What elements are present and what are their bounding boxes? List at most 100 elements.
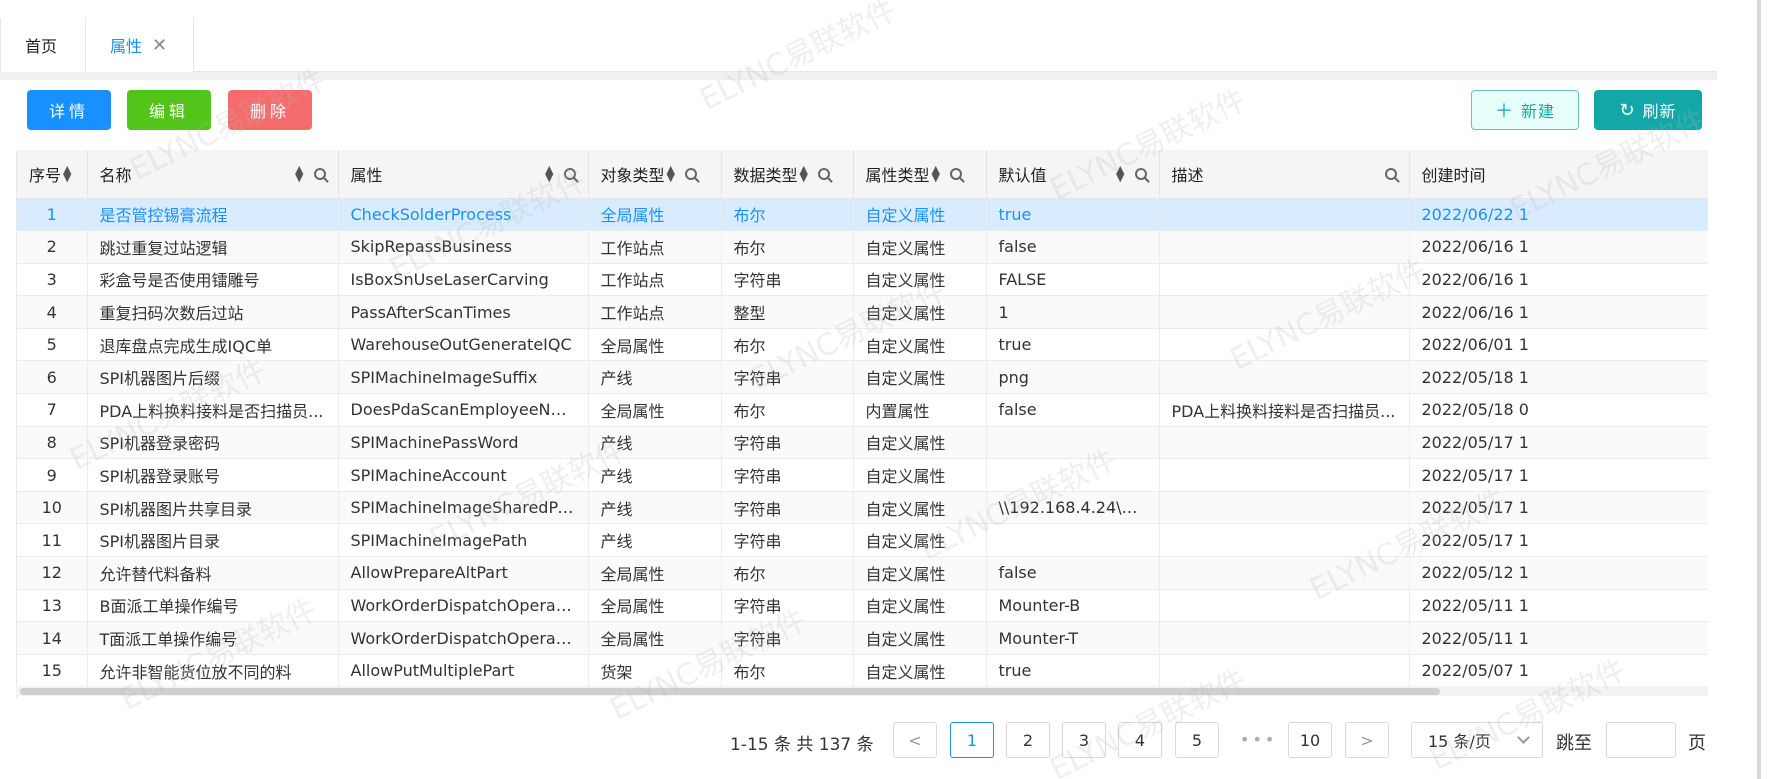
table-cell: 9: [17, 458, 88, 492]
table-row[interactable]: 6 SPI机器图片后缀 SPIMachineImageSuffix 产线 字符串 自定义属…: [17, 360, 1708, 395]
table-cell: [986, 458, 1160, 492]
search-icon[interactable]: [1134, 167, 1147, 180]
table-cell: 自定义属性: [853, 621, 987, 655]
column-header[interactable]: 序号 ▲ ▼: [17, 150, 88, 199]
column-header[interactable]: 描述: [1159, 150, 1410, 199]
table-cell: [1159, 654, 1410, 688]
table-cell: 布尔: [721, 556, 854, 590]
table-cell: 自定义属性: [853, 654, 987, 688]
vertical-scrollbar[interactable]: [1757, 0, 1761, 779]
search-icon[interactable]: [817, 167, 830, 180]
table-row[interactable]: 12 允许替代料备料 AllowPrepareAltPart 全局属性 布尔 自定义属性 f…: [17, 556, 1708, 590]
sort-icon[interactable]: ▲ ▼: [800, 164, 808, 183]
table-cell: false: [986, 393, 1160, 427]
new-button[interactable]: ＋ 新建: [1471, 90, 1579, 130]
table-row[interactable]: 3 彩盒号是否使用镭雕号 IsBoxSnUseLaserCarving 工作站点 字符串…: [17, 263, 1708, 297]
search-icon[interactable]: [684, 167, 697, 180]
column-header-label: 序号: [29, 165, 62, 185]
table-cell: 2022/05/17 1: [1409, 458, 1708, 492]
table-cell: 2022/06/22 1: [1409, 198, 1708, 232]
table-cell: FALSE: [986, 263, 1160, 297]
table-cell: B面派工单操作编号: [87, 589, 339, 623]
page-5-button[interactable]: 5: [1175, 722, 1219, 758]
sort-icon[interactable]: ▲ ▼: [1116, 164, 1124, 183]
table-row[interactable]: 15 允许非智能货位放不同的料 AllowPutMultiplePart 货架 布尔 自定…: [17, 654, 1708, 688]
column-header-label: 数据类型: [733, 165, 798, 185]
page-4-button[interactable]: 4: [1118, 722, 1162, 758]
column-header[interactable]: 默认值 ▲ ▼: [986, 150, 1160, 199]
delete-button[interactable]: 删除: [228, 90, 312, 130]
table-cell: 6: [17, 360, 88, 395]
page-size-value: 15 条/页: [1428, 732, 1491, 751]
table-cell: 自定义属性: [853, 556, 987, 590]
page-size-select[interactable]: 15 条/页: [1411, 722, 1543, 758]
edit-button[interactable]: 编辑: [127, 90, 211, 130]
table-cell: 2022/05/11 1: [1409, 621, 1708, 655]
table-row[interactable]: 9 SPI机器登录账号 SPIMachineAccount 产线 字符串 自定义属性 202…: [17, 458, 1708, 492]
attribute-table: 序号 ▲ ▼ 名称 ▲ ▼ 属性 ▲ ▼ 对象类型 ▲ ▼ 数据类型 ▲ ▼ 属性类型 ▲ ▼ 默认值 ▲ ▼ 描述 创建时…: [16, 150, 1708, 698]
sort-icon[interactable]: ▲ ▼: [667, 164, 675, 183]
table-cell: 11: [17, 523, 88, 558]
table-cell: T面派工单操作编号: [87, 621, 339, 655]
table-row[interactable]: 8 SPI机器登录密码 SPIMachinePassWord 产线 字符串 自定义属性 20…: [17, 426, 1708, 460]
table-cell: 全局属性: [588, 589, 722, 623]
page-10-button[interactable]: 10: [1288, 722, 1332, 758]
table-row[interactable]: 10 SPI机器图片共享目录 SPIMachineImageSharedPath 产线…: [17, 491, 1708, 525]
table-row[interactable]: 2 跳过重复过站逻辑 SkipRepassBusiness 工作站点 布尔 自定义属性 fa…: [17, 230, 1708, 264]
table-cell: 2022/05/18 1: [1409, 360, 1708, 395]
search-icon[interactable]: [563, 167, 576, 180]
sort-icon[interactable]: ▲ ▼: [295, 164, 303, 183]
sort-icon[interactable]: ▲ ▼: [63, 164, 71, 183]
table-row[interactable]: 5 退库盘点完成生成IQC单 WarehouseOutGenerateIQC 全局属性…: [17, 328, 1708, 362]
table-cell: 自定义属性: [853, 263, 987, 297]
page-3-button[interactable]: 3: [1062, 722, 1106, 758]
column-header[interactable]: 属性类型 ▲ ▼: [853, 150, 987, 199]
table-row[interactable]: 11 SPI机器图片目录 SPIMachineImagePath 产线 字符串 自定义属性…: [17, 523, 1708, 558]
page-1-button[interactable]: 1: [950, 722, 994, 758]
page-2-button[interactable]: 2: [1006, 722, 1050, 758]
search-icon[interactable]: [313, 167, 326, 180]
table-cell: WorkOrderDispatchOperatio...: [338, 589, 589, 623]
column-header[interactable]: 属性 ▲ ▼: [338, 150, 589, 199]
table-cell: 4: [17, 295, 88, 329]
column-header[interactable]: 创建时间: [1409, 150, 1708, 199]
column-header[interactable]: 数据类型 ▲ ▼: [721, 150, 854, 199]
horizontal-scrollbar-thumb[interactable]: [20, 688, 1440, 695]
detail-button[interactable]: 详情: [27, 90, 111, 130]
table-cell: png: [986, 360, 1160, 395]
table-cell: [1159, 523, 1410, 558]
table-row[interactable]: 1 是否管控锡膏流程 CheckSolderProcess 全局属性 布尔 自定义属性 tr…: [17, 198, 1708, 232]
table-cell: 自定义属性: [853, 458, 987, 492]
table-cell: 2022/05/17 1: [1409, 426, 1708, 460]
refresh-button[interactable]: ↻ 刷新: [1594, 90, 1702, 130]
table-row[interactable]: 14 T面派工单操作编号 WorkOrderDispatchOperatio... 全…: [17, 621, 1708, 655]
table-cell: 2022/06/16 1: [1409, 263, 1708, 297]
table-cell: SPI机器图片共享目录: [87, 491, 339, 525]
table-cell: 13: [17, 589, 88, 623]
tab-home[interactable]: 首页: [0, 18, 86, 72]
search-icon[interactable]: [1384, 167, 1397, 180]
pagination-total: 1-15 条 共 137 条: [730, 735, 874, 755]
jump-page-input[interactable]: [1606, 722, 1676, 758]
search-icon[interactable]: [949, 167, 962, 180]
table-row[interactable]: 4 重复扫码次数后过站 PassAfterScanTimes 工作站点 整型 自定义属性 1…: [17, 295, 1708, 329]
sort-icon[interactable]: ▲ ▼: [932, 164, 940, 183]
prev-page-button[interactable]: <: [893, 722, 937, 758]
next-page-button[interactable]: >: [1345, 722, 1389, 758]
sort-icon[interactable]: ▲ ▼: [545, 164, 553, 183]
table-cell: PDA上料换料接料是否扫描员...: [1159, 393, 1410, 427]
column-header-label: 描述: [1171, 165, 1204, 185]
table-cell: false: [986, 556, 1160, 590]
table-cell: [1159, 263, 1410, 297]
close-icon[interactable]: ✕: [152, 35, 167, 56]
table-cell: SPI机器登录账号: [87, 458, 339, 492]
column-header-label: 属性: [350, 165, 383, 185]
table-row[interactable]: 7 PDA上料换料接料是否扫描员... DoesPdaScanEmployeeNum…: [17, 393, 1708, 427]
page-ellipsis[interactable]: •••: [1240, 730, 1277, 749]
table-row[interactable]: 13 B面派工单操作编号 WorkOrderDispatchOperatio... 全…: [17, 589, 1708, 623]
column-header[interactable]: 对象类型 ▲ ▼: [588, 150, 722, 199]
table-cell: false: [986, 230, 1160, 264]
column-header[interactable]: 名称 ▲ ▼: [87, 150, 339, 199]
table-cell: 跳过重复过站逻辑: [87, 230, 339, 264]
tab-attribute[interactable]: 属性 ✕: [86, 18, 194, 72]
